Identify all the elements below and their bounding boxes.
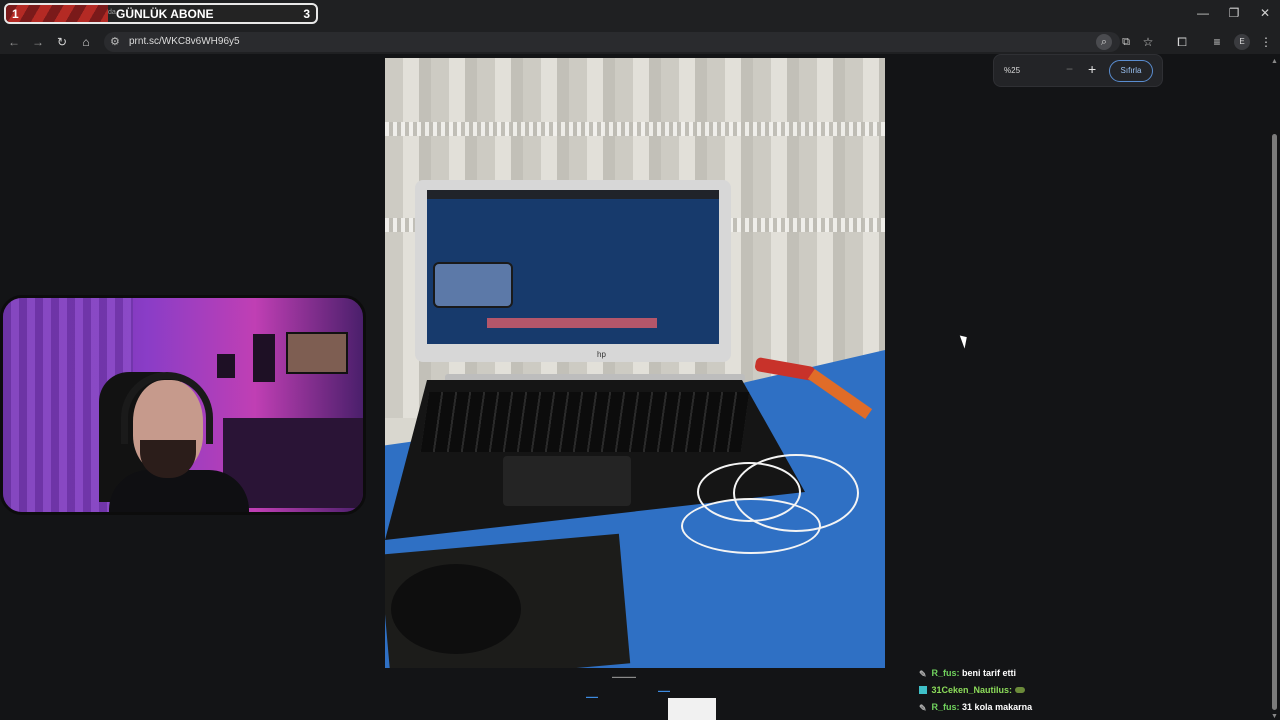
chat-text: beni tarif etti bbox=[962, 668, 1017, 678]
chat-username: 31Ceken_Nautilus: bbox=[931, 685, 1013, 695]
goal-target-count: 3 bbox=[303, 7, 310, 21]
scroll-thumb[interactable] bbox=[1272, 134, 1277, 710]
image-footer-text: ▬▬▬▬▬▬ bbox=[612, 674, 636, 679]
home-icon[interactable]: ⌂ bbox=[78, 34, 94, 50]
scroll-up-icon[interactable]: ▲ bbox=[1271, 58, 1278, 65]
chat-message: ✎ R_fus: 31 kola makarna bbox=[919, 702, 1119, 719]
chat-username: R_fus: bbox=[931, 702, 960, 712]
badge-icon bbox=[919, 686, 927, 694]
back-arrow-icon[interactable]: ← bbox=[6, 34, 22, 50]
laptop-screen: hp bbox=[415, 180, 731, 362]
footer-link-right[interactable]: ▬▬▬ bbox=[658, 688, 670, 693]
earphone-cable bbox=[681, 498, 821, 554]
star-icon[interactable]: ☆ bbox=[1140, 34, 1156, 50]
chat-text: 31 kola makarna bbox=[962, 702, 1033, 712]
laptop-keyboard bbox=[420, 392, 750, 452]
subscriber-goal-bar: 1 da GÜNLÜK ABONE 3 bbox=[4, 3, 318, 24]
chat-message: 31Ceken_Nautilus: bbox=[919, 685, 1119, 702]
goal-progress-fill bbox=[6, 5, 109, 22]
mini-thumbnail-card bbox=[668, 698, 716, 720]
zoom-icon[interactable]: ⌕ bbox=[1096, 34, 1112, 50]
footer-link-left[interactable]: ▬▬▬ bbox=[586, 694, 598, 699]
streamer-webcam bbox=[0, 295, 366, 515]
goal-faint-text: da bbox=[108, 9, 116, 16]
minimize-button[interactable]: — bbox=[1188, 6, 1218, 20]
zoom-popup: %25 − + Sıfırla bbox=[993, 54, 1163, 87]
close-button[interactable]: ✕ bbox=[1250, 6, 1280, 20]
picture-in-picture bbox=[286, 332, 348, 374]
tune-icon[interactable]: ⚙ bbox=[110, 35, 120, 48]
forward-arrow-icon[interactable]: → bbox=[30, 34, 46, 50]
address-bar[interactable]: ⚙ prnt.sc/WKC8v6WH96y5 ⌕ ⧉ bbox=[104, 32, 1130, 52]
chat-message: ✎ R_fus: beni tarif etti bbox=[919, 668, 1119, 685]
install-app-icon[interactable]: ⧉ bbox=[1118, 34, 1134, 50]
laptop-display bbox=[427, 190, 719, 344]
badge-icon: ✎ bbox=[919, 669, 927, 679]
laptop-touchpad bbox=[503, 456, 631, 506]
badge-icon: ✎ bbox=[919, 703, 927, 713]
zoom-in-button[interactable]: + bbox=[1088, 61, 1096, 77]
wall-poster bbox=[217, 354, 235, 378]
url-text[interactable]: prnt.sc/WKC8v6WH96y5 bbox=[129, 36, 240, 47]
computer-mouse bbox=[391, 564, 521, 654]
zoom-level: %25 bbox=[1004, 66, 1021, 75]
zoom-reset-button[interactable]: Sıfırla bbox=[1109, 60, 1153, 82]
browser-toolbar: ← → ↻ ⌂ ⚙ prnt.sc/WKC8v6WH96y5 ⌕ ⧉ ☆ ⧠ ≡… bbox=[0, 30, 1280, 54]
hp-logo: hp bbox=[597, 350, 606, 359]
scroll-down-icon[interactable]: ▼ bbox=[1271, 713, 1278, 720]
window-title-bar: 1 da GÜNLÜK ABONE 3 — ❐ ✕ bbox=[0, 0, 1280, 30]
reading-list-icon[interactable]: ≡ bbox=[1209, 34, 1225, 50]
goal-start-count: 1 bbox=[12, 7, 19, 21]
page-scrollbar[interactable]: ▲ ▼ bbox=[1271, 58, 1278, 720]
goal-label: GÜNLÜK ABONE bbox=[116, 7, 214, 21]
reload-icon[interactable]: ↻ bbox=[54, 34, 70, 50]
screenshot-image: hp bbox=[385, 58, 885, 668]
emote-icon bbox=[1014, 687, 1025, 693]
wall-poster bbox=[253, 334, 275, 382]
laptop-display-banner bbox=[487, 318, 657, 328]
chat-username: R_fus: bbox=[931, 668, 960, 678]
profile-icon[interactable]: E bbox=[1234, 34, 1250, 50]
curtain-lace bbox=[385, 122, 885, 136]
laptop-display-titlebar bbox=[427, 190, 719, 199]
restore-button[interactable]: ❐ bbox=[1219, 6, 1249, 20]
zoom-out-button[interactable]: − bbox=[1066, 62, 1073, 76]
puzzle-icon[interactable]: ⧠ bbox=[1174, 34, 1190, 50]
streamer-shirt bbox=[109, 470, 249, 512]
laptop-display-webcam bbox=[433, 262, 513, 308]
kebab-menu-icon[interactable]: ⋮ bbox=[1258, 34, 1274, 50]
chat-overlay: ✎ R_fus: beni tarif etti 31Ceken_Nautilu… bbox=[919, 668, 1119, 719]
